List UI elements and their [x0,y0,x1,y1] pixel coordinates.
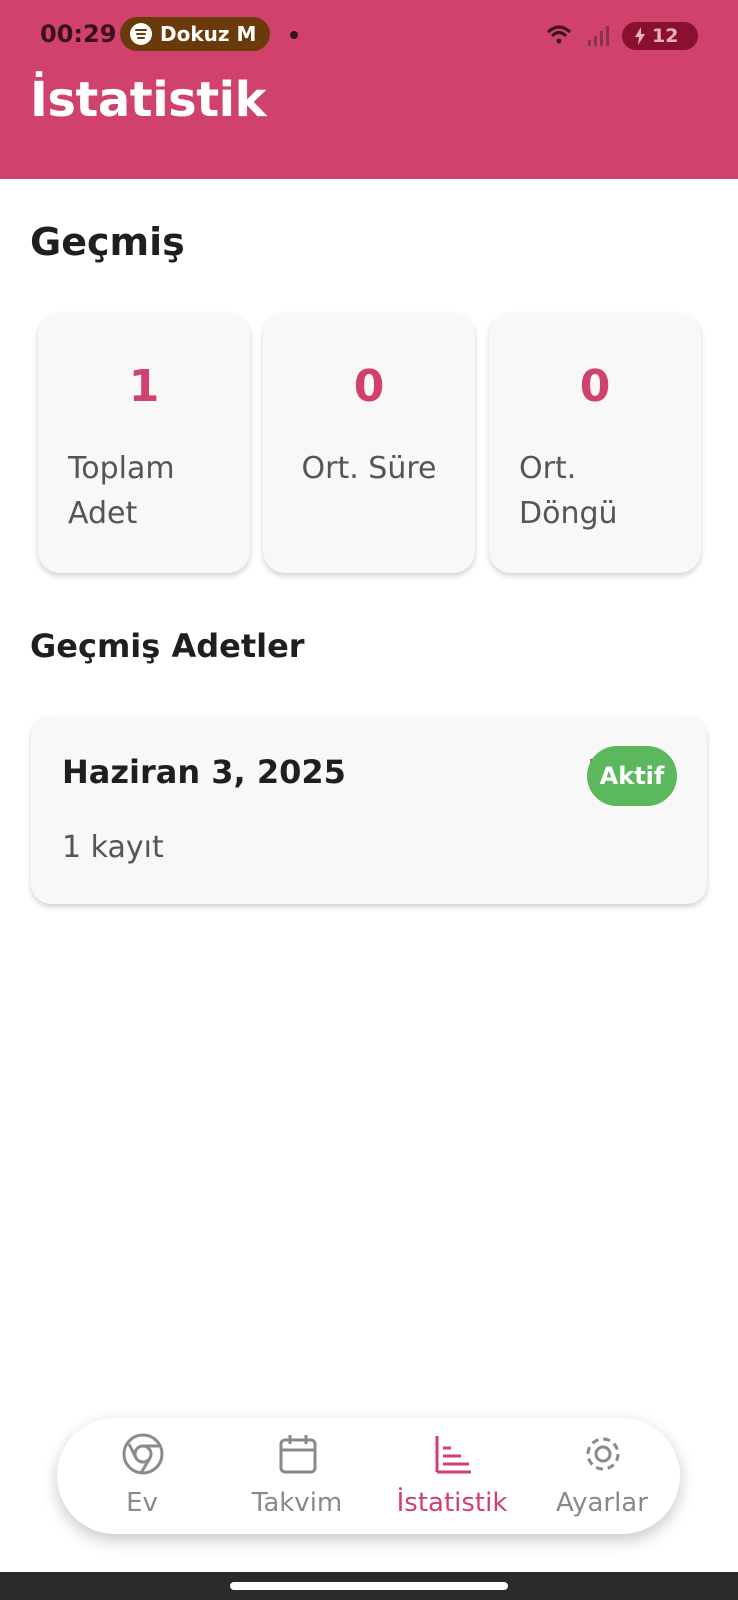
nav-label: Ayarlar [556,1488,648,1518]
notification-dot [290,31,298,39]
nav-item-settings[interactable]: Ayarlar [527,1418,677,1534]
record-card[interactable]: Haziran 3, 2025 1 kayıt 2 Aktif [31,716,707,904]
stat-label: Ort. Döngü [519,451,618,531]
bar-chart-icon [435,1436,471,1474]
stat-card-avg-duration: 0 Ort. Süre [263,313,475,573]
nav-item-statistics[interactable]: İstatistik [377,1418,527,1534]
nav-item-home[interactable]: Ev [67,1418,217,1534]
media-pill[interactable]: Dokuz M [120,17,270,51]
status-time: 00:29 [40,20,117,48]
nav-label: Ev [126,1488,158,1518]
system-icons: 12 [546,20,706,50]
stat-value: 1 [128,361,160,412]
stat-value: 0 [353,361,385,412]
stat-card-total: 1 Toplam Adet [38,313,250,573]
nav-label: Takvim [251,1488,343,1518]
stat-card-avg-cycle: 0 Ort. Döngü [489,313,701,573]
past-records-title: Geçmiş Adetler [30,627,305,665]
stat-label: Ort. Süre [301,451,437,486]
signal-icon [588,26,609,46]
wifi-icon [546,25,572,44]
battery-indicator: 12 [622,22,698,50]
record-count: 1 kayıt [62,830,164,865]
calendar-icon [279,1435,317,1474]
record-date: Haziran 3, 2025 [62,753,346,791]
media-pill-label: Dokuz M [160,22,257,46]
home-gesture-handle[interactable] [230,1582,508,1590]
chrome-icon [122,1433,164,1475]
bottom-nav: Ev Takvim İstatistik Ayarlar [57,1418,680,1534]
spotify-icon [130,23,152,45]
battery-level: 12 [652,25,679,47]
charging-icon [635,27,645,45]
status-bar: 00:29 Dokuz M 12 [0,0,738,70]
stat-value: 0 [579,361,611,412]
gesture-bar [0,1572,738,1600]
nav-item-calendar[interactable]: Takvim [222,1418,372,1534]
app-header: 00:29 Dokuz M 12 İstatistik [0,0,738,179]
gear-icon [586,1437,620,1471]
stat-label: Toplam Adet [68,451,175,531]
status-badge: Aktif [587,746,677,806]
page-title: İstatistik [30,72,267,128]
nav-label: İstatistik [396,1488,508,1518]
history-title: Geçmiş [30,220,185,264]
